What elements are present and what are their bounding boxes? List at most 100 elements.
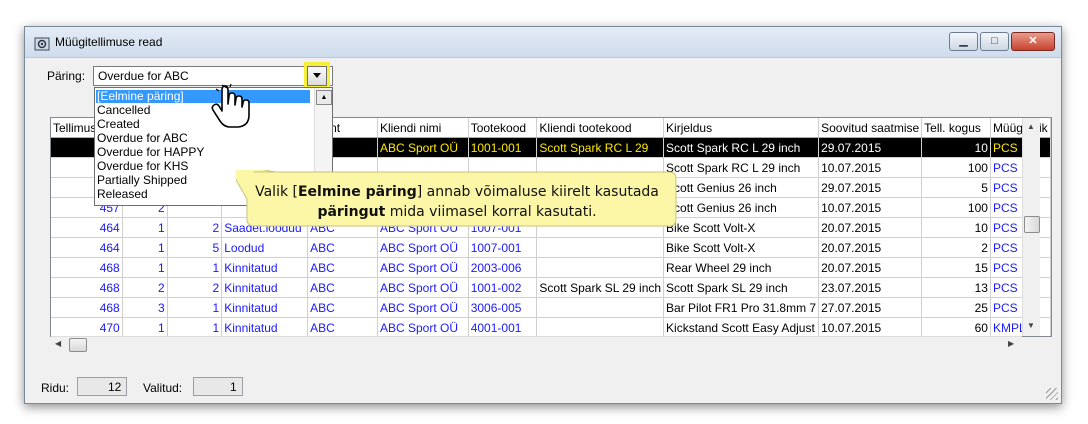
minimize-button[interactable]: ▁ [949, 32, 978, 51]
query-dropdown-button[interactable] [307, 66, 327, 86]
table-cell[interactable]: 4001-001 [468, 317, 538, 336]
table-cell[interactable]: 2 [921, 237, 991, 258]
table-cell[interactable] [536, 237, 665, 258]
table-cell[interactable]: 100 [921, 157, 991, 178]
table-cell[interactable]: 100 [921, 197, 991, 218]
table-cell[interactable]: 23.07.2015 [818, 277, 923, 298]
query-option[interactable]: [Eelmine päring] [96, 90, 310, 103]
table-cell[interactable]: 25 [921, 297, 991, 318]
table-cell[interactable]: 29.07.2015 [818, 177, 923, 198]
query-option[interactable]: Cancelled [97, 104, 150, 117]
table-cell[interactable]: PCS [990, 277, 1051, 298]
column-header[interactable]: Kliendi tootekood [536, 118, 665, 138]
column-header[interactable]: Soovitud saatmise [818, 118, 923, 138]
table-cell[interactable]: ABC Sport OÜ [377, 137, 469, 158]
table-cell[interactable]: 468 [51, 277, 123, 298]
table-cell[interactable]: Kinnitatud [221, 257, 309, 278]
column-header[interactable]: Tootekood [468, 118, 538, 138]
table-cell[interactable]: Scott Genius 26 inch [663, 177, 820, 198]
table-cell[interactable]: 27.07.2015 [818, 297, 923, 318]
table-cell[interactable]: 10.07.2015 [818, 157, 923, 178]
query-option[interactable]: Overdue for HAPPY [97, 146, 204, 159]
table-cell[interactable]: PCS [990, 197, 1051, 218]
table-cell[interactable]: 60 [921, 317, 991, 336]
table-cell[interactable]: 2 [167, 277, 223, 298]
table-cell[interactable]: 1 [122, 237, 168, 258]
table-cell[interactable]: PCS [990, 217, 1051, 238]
table-cell[interactable]: ABC Sport OÜ [377, 277, 469, 298]
table-cell[interactable]: ABC Sport OÜ [377, 237, 469, 258]
table-cell[interactable]: Scott Spark SL 29 inch [663, 277, 820, 298]
table-cell[interactable]: 1007-001 [468, 237, 538, 258]
table-cell[interactable]: 20.07.2015 [818, 257, 923, 278]
table-cell[interactable]: 468 [51, 297, 123, 318]
table-row[interactable]: 464 1 5 Loodud ABC ABC Sport OÜ 1007-001 Bike S… [51, 237, 1051, 258]
table-cell[interactable]: 10 [921, 137, 991, 158]
table-cell[interactable]: Kinnitatud [221, 317, 309, 336]
table-cell[interactable]: 1 [122, 217, 168, 238]
column-header[interactable]: Kirjeldus [663, 118, 820, 138]
table-cell[interactable]: 2 [167, 217, 223, 238]
table-cell[interactable]: Scott Genius 26 inch [663, 197, 820, 218]
title-bar[interactable]: Müügitellimuse read ▁ □ ✕ [25, 27, 1061, 58]
table-cell[interactable]: PCS [990, 237, 1051, 258]
table-row[interactable]: 468 1 1 Kinnitatud ABC ABC Sport OÜ 2003-006 Re… [51, 257, 1051, 278]
table-cell[interactable]: Kickstand Scott Easy Adjust [663, 317, 820, 336]
table-cell[interactable]: Scott Spark RC L 29 inch [663, 137, 820, 158]
table-cell[interactable]: 20.07.2015 [818, 237, 923, 258]
table-cell[interactable] [536, 257, 665, 278]
table-cell[interactable]: 5 [167, 237, 223, 258]
scroll-left-icon[interactable]: ◀ [55, 339, 61, 348]
table-cell[interactable]: 5 [921, 177, 991, 198]
table-cell[interactable]: Scott Spark RC L 29 [536, 137, 665, 158]
table-cell[interactable]: 10.07.2015 [818, 317, 923, 336]
maximize-button[interactable]: □ [980, 32, 1009, 51]
scroll-up-icon[interactable]: ▲ [1027, 122, 1035, 131]
table-cell[interactable]: 13 [921, 277, 991, 298]
table-cell[interactable] [536, 297, 665, 318]
table-cell[interactable]: 3006-005 [468, 297, 538, 318]
table-cell[interactable]: 2003-006 [468, 257, 538, 278]
table-cell[interactable]: 470 [51, 317, 123, 336]
table-cell[interactable]: PCS [990, 297, 1051, 318]
table-cell[interactable]: ABC Sport OÜ [377, 257, 469, 278]
table-cell[interactable]: 1 [167, 317, 223, 336]
table-cell[interactable]: Scott Spark SL 29 inch [536, 277, 665, 298]
table-row[interactable]: 468 2 2 Kinnitatud ABC ABC Sport OÜ 1001-002 Sc… [51, 277, 1051, 298]
table-cell[interactable]: ABC [307, 277, 378, 298]
table-cell[interactable]: ABC [307, 317, 378, 336]
table-cell[interactable]: PCS [990, 177, 1051, 198]
table-cell[interactable]: PCS [990, 137, 1051, 158]
table-cell[interactable]: 1001-002 [468, 277, 538, 298]
query-select[interactable]: Overdue for ABC [93, 66, 333, 86]
table-cell[interactable]: Rear Wheel 29 inch [663, 257, 820, 278]
table-cell[interactable]: ABC [307, 257, 378, 278]
horizontal-scroll-thumb[interactable] [69, 338, 87, 352]
table-cell[interactable]: PCS [990, 257, 1051, 278]
table-cell[interactable]: Kinnitatud [221, 297, 309, 318]
table-cell[interactable]: 10 [921, 217, 991, 238]
table-cell[interactable]: 1 [122, 257, 168, 278]
horizontal-scrollbar[interactable]: ◀ ▶ [51, 336, 1022, 352]
query-option[interactable]: Partially Shipped [97, 174, 187, 187]
scroll-up-icon[interactable]: ▲ [316, 90, 332, 105]
table-cell[interactable]: 20.07.2015 [818, 217, 923, 238]
table-cell[interactable]: 1 [167, 257, 223, 278]
table-cell[interactable]: 2 [122, 277, 168, 298]
table-cell[interactable]: 464 [51, 237, 123, 258]
table-cell[interactable]: ABC [307, 297, 378, 318]
table-cell[interactable]: 10.07.2015 [818, 197, 923, 218]
query-option[interactable]: Overdue for ABC [97, 132, 188, 145]
column-header[interactable]: Tell. kogus [921, 118, 991, 138]
table-cell[interactable]: 29.07.2015 [818, 137, 923, 158]
close-button[interactable]: ✕ [1011, 32, 1055, 51]
table-cell[interactable]: 1 [167, 297, 223, 318]
table-cell[interactable]: Scott Spark RC L 29 inch [663, 157, 820, 178]
query-option[interactable]: Released [97, 188, 148, 201]
table-cell[interactable]: 3 [122, 297, 168, 318]
resize-grip-icon[interactable] [1046, 388, 1058, 400]
table-cell[interactable]: ABC [307, 237, 378, 258]
table-cell[interactable]: 464 [51, 217, 123, 238]
table-row[interactable]: 470 1 1 Kinnitatud ABC ABC Sport OÜ 4001-001 Ki… [51, 317, 1051, 336]
table-cell[interactable]: Bike Scott Volt-X [663, 237, 820, 258]
